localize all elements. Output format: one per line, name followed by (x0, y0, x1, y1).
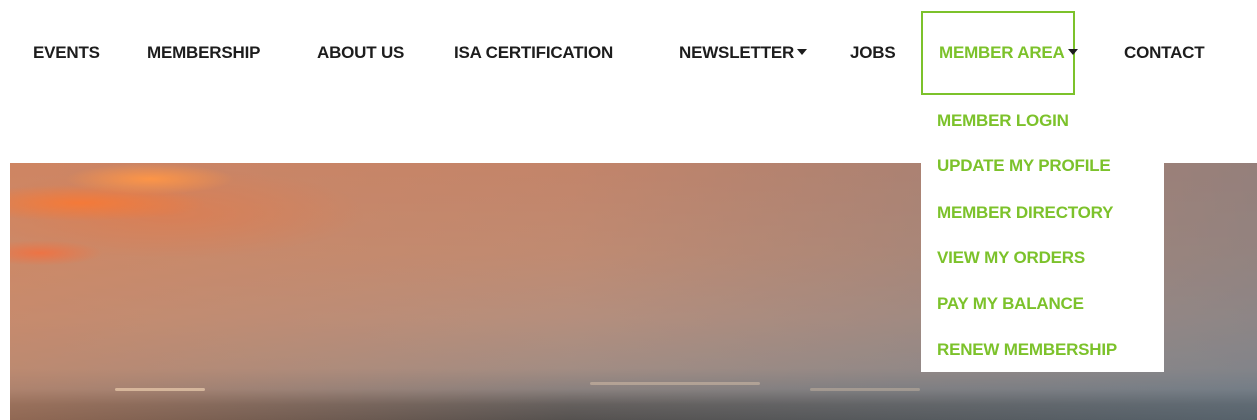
caret-down-icon (797, 48, 808, 55)
nav-item-events[interactable]: EVENTS (33, 43, 100, 63)
nav-item-label: CONTACT (1124, 43, 1205, 62)
nav-item-isa-certification[interactable]: ISA CERTIFICATION (454, 43, 613, 63)
page: EVENTS MEMBERSHIP ABOUT US ISA CERTIFICA… (0, 0, 1257, 420)
nav-item-jobs[interactable]: JOBS (850, 43, 896, 63)
caret-down-icon (1067, 48, 1078, 55)
nav-item-label: EVENTS (33, 43, 100, 62)
dropdown-item-view-my-orders[interactable]: VIEW MY ORDERS (937, 248, 1085, 268)
dropdown-item-member-directory[interactable]: MEMBER DIRECTORY (937, 203, 1113, 223)
nav-item-contact[interactable]: CONTACT (1124, 43, 1205, 63)
nav-item-label: MEMBERSHIP (147, 43, 261, 62)
nav-item-about-us[interactable]: ABOUT US (317, 43, 404, 63)
dropdown-item-pay-my-balance[interactable]: PAY MY BALANCE (937, 294, 1084, 314)
dropdown-item-renew-membership[interactable]: RENEW MEMBERSHIP (937, 340, 1117, 360)
nav-item-newsletter[interactable]: NEWSLETTER (679, 43, 808, 63)
hero-light-streak (590, 382, 760, 385)
nav-item-label: ISA CERTIFICATION (454, 43, 614, 62)
dropdown-item-update-my-profile[interactable]: UPDATE MY PROFILE (937, 156, 1111, 176)
nav-item-label: JOBS (850, 43, 896, 62)
nav-item-label: MEMBER AREA (939, 43, 1065, 62)
nav-item-member-area[interactable]: MEMBER AREA (939, 43, 1078, 63)
main-navigation: EVENTS MEMBERSHIP ABOUT US ISA CERTIFICA… (0, 0, 1257, 105)
hero-light-streak (810, 388, 920, 391)
dropdown-item-member-login[interactable]: MEMBER LOGIN (937, 111, 1069, 131)
nav-item-label: ABOUT US (317, 43, 405, 62)
hero-light-streak (115, 388, 205, 391)
nav-item-label: NEWSLETTER (679, 43, 795, 62)
nav-item-membership[interactable]: MEMBERSHIP (147, 43, 260, 63)
member-area-dropdown-menu: MEMBER LOGIN UPDATE MY PROFILE MEMBER DI… (921, 97, 1164, 372)
